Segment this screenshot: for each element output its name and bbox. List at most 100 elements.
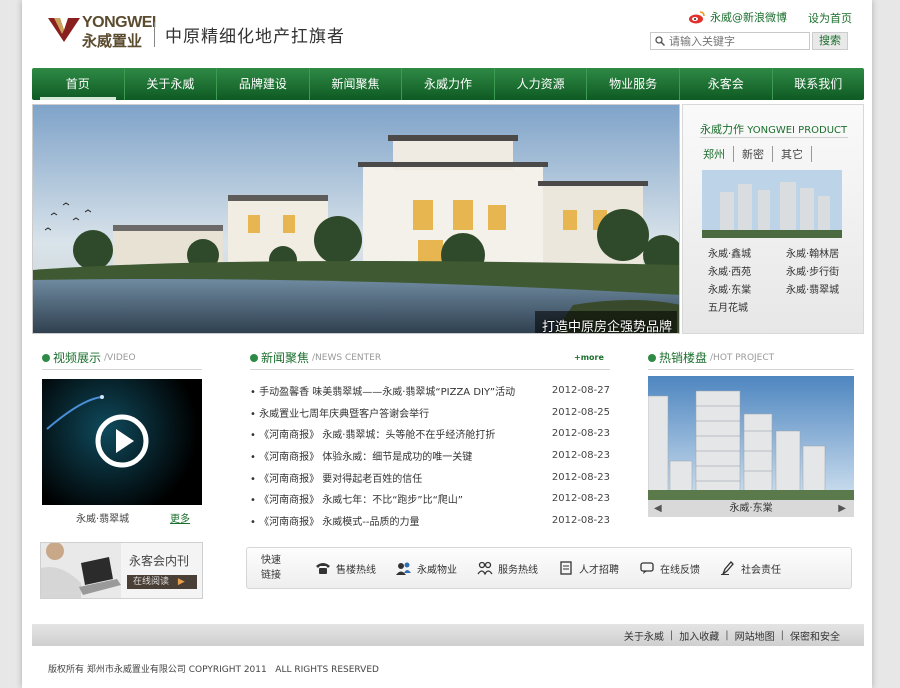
nav-item-property[interactable]: 物业服务 — [587, 68, 680, 100]
nav-item-about[interactable]: 关于永威 — [125, 68, 218, 100]
section-title-cn: 视频展示 — [53, 351, 102, 365]
read-online-button[interactable]: 在线阅读 ▶ — [127, 575, 197, 589]
video-more-link[interactable]: 更多 — [170, 510, 190, 525]
slogan: 中原精细化地产扛旗者 — [154, 22, 345, 47]
weibo-label: 永威@新浪微博 — [710, 11, 787, 24]
search-button[interactable]: 搜索 — [812, 32, 848, 50]
news-item[interactable]: • 《河南商报》 体验永威：细节是成功的唯一关键 2012-08-23 — [250, 445, 610, 467]
section-title: 新闻聚焦 /NEWS CENTER — [250, 349, 610, 366]
tab-other[interactable]: 其它 — [773, 146, 812, 162]
news-title[interactable]: • 永威置业七周年庆典暨客户答谢会举行 — [250, 405, 429, 420]
hot-project-image[interactable] — [648, 376, 854, 500]
document-icon — [560, 561, 572, 575]
section-title-cn: 热销楼盘 — [659, 351, 708, 365]
news-item[interactable]: • 《河南商报》 永威·翡翠城：头等舱不在乎经济舱打折 2012-08-23 — [250, 423, 610, 445]
footer-link-about[interactable]: 关于永威 — [624, 628, 664, 643]
quick-links-label: 快速 链接 — [247, 553, 295, 583]
nav-item-home[interactable]: 首页 — [32, 68, 125, 100]
news-list: • 手动盈馨香 味美翡翠城——永威·翡翠城“PIZZA DIY”活动 2012-0… — [250, 380, 610, 531]
search-icon — [655, 36, 665, 46]
footer-link-privacy[interactable]: 保密和安全 — [790, 628, 840, 643]
bullet-icon — [250, 353, 258, 362]
chevron-right-icon[interactable]: ▶ — [838, 500, 846, 517]
page-container: YONGWEI 永威置业 中原精细化地产扛旗者 永威@新浪微博 设为首页 搜索 … — [22, 0, 872, 688]
news-item[interactable]: • 《河南商报》 永威七年：不比“跑步”比“爬山” 2012-08-23 — [250, 488, 610, 510]
list-item[interactable]: 永威·西苑 — [708, 263, 786, 278]
list-item[interactable]: 五月花城 — [708, 299, 786, 314]
tab-xinmi[interactable]: 新密 — [734, 146, 773, 162]
quick-link-feedback[interactable]: 在线反馈 — [639, 561, 700, 576]
laptop-illustration — [41, 543, 121, 598]
quick-link-responsibility[interactable]: 社会责任 — [720, 561, 781, 576]
magazine-title: 永客会内刊 — [129, 554, 190, 568]
list-item[interactable]: 永威·步行街 — [786, 263, 858, 278]
section-title-cn: 新闻聚焦 — [261, 351, 310, 365]
news-item[interactable]: • 永威置业七周年庆典暨客户答谢会举行 2012-08-25 — [250, 402, 610, 424]
weibo-link[interactable]: 永威@新浪微博 — [688, 9, 787, 25]
news-title[interactable]: • 《河南商报》 要对得起老百姓的信任 — [250, 470, 422, 485]
weibo-icon — [689, 11, 705, 24]
divider — [700, 137, 848, 138]
news-item[interactable]: • 《河南商报》 要对得起老百姓的信任 2012-08-23 — [250, 466, 610, 488]
video-caption: 永威·翡翠城 — [76, 514, 130, 525]
news-title[interactable]: • 《河南商报》 永威七年：不比“跑步”比“爬山” — [250, 491, 463, 506]
nav-item-contact[interactable]: 联系我们 — [773, 68, 865, 100]
quick-link-property[interactable]: 永威物业 — [396, 561, 457, 576]
nav-item-club[interactable]: 永客会 — [680, 68, 773, 100]
list-item[interactable]: 永威·鑫城 — [708, 245, 786, 260]
read-online-label: 在线阅读 — [133, 577, 170, 587]
search-box — [650, 32, 810, 50]
chevron-left-icon[interactable]: ◀ — [654, 500, 662, 517]
news-date: 2012-08-23 — [551, 450, 610, 462]
news-date: 2012-08-23 — [551, 471, 610, 483]
news-title[interactable]: • 《河南商报》 体验永威：细节是成功的唯一关键 — [250, 448, 472, 463]
divider — [648, 369, 854, 370]
nav-item-hr[interactable]: 人力资源 — [495, 68, 588, 100]
hot-project-caption-bar: ◀ 永威·东棠 ▶ — [648, 500, 854, 517]
section-title: 热销楼盘 /HOT PROJECT — [648, 349, 854, 366]
product-title: 永威力作 YONGWEI PRODUCT — [700, 121, 847, 137]
quick-link-recruit[interactable]: 人才招聘 — [558, 561, 619, 576]
bullet-icon — [648, 353, 656, 362]
list-item[interactable]: 永威·翰林居 — [786, 245, 858, 260]
nav-item-brand[interactable]: 品牌建设 — [217, 68, 310, 100]
phone-icon — [316, 563, 330, 574]
quick-link-sales[interactable]: 售楼热线 — [315, 561, 376, 576]
set-home-link[interactable]: 设为首页 — [808, 10, 852, 26]
list-item[interactable]: 永威·东棠 — [708, 281, 786, 296]
nav-item-news[interactable]: 新闻聚焦 — [310, 68, 403, 100]
footer-link-favorite[interactable]: 加入收藏 — [679, 628, 719, 643]
section-title-en: /NEWS CENTER — [312, 352, 382, 363]
logo-text-cn: 永威置业 — [82, 32, 143, 50]
quick-link-label: 售楼热线 — [336, 564, 376, 576]
magazine-banner[interactable]: 永客会内刊 在线阅读 ▶ — [40, 542, 203, 599]
news-item[interactable]: • 《河南商报》 永威模式--品质的力量 2012-08-23 — [250, 510, 610, 532]
banner-caption: 打造中原房企强势品牌 — [542, 320, 673, 335]
hot-section-header: 热销楼盘 /HOT PROJECT — [648, 349, 854, 370]
tab-zhengzhou[interactable]: 郑州 — [703, 146, 734, 162]
news-date: 2012-08-27 — [551, 385, 610, 397]
news-item[interactable]: • 手动盈馨香 味美翡翠城——永威·翡翠城“PIZZA DIY”活动 2012-0… — [250, 380, 610, 402]
news-title[interactable]: • 手动盈馨香 味美翡翠城——永威·翡翠城“PIZZA DIY”活动 — [250, 383, 515, 398]
people-icon — [396, 562, 411, 575]
product-thumbnail[interactable] — [702, 170, 842, 238]
banner-image[interactable] — [32, 104, 680, 334]
footer-link-sitemap[interactable]: 网站地图 — [735, 628, 775, 643]
product-panel: 永威力作 YONGWEI PRODUCT 郑州 新密 其它 永威·鑫城 永威·翰… — [682, 104, 864, 334]
hot-project-illustration — [648, 376, 854, 500]
nav-item-products[interactable]: 永威力作 — [402, 68, 495, 100]
product-title-cn: 永威力作 — [700, 123, 744, 136]
video-player[interactable] — [42, 379, 202, 505]
product-title-en: YONGWEI PRODUCT — [747, 125, 848, 136]
quick-links: 快速 链接 售楼热线 永威物业 服务热线 人才招聘 在线反馈 社会责任 — [246, 547, 852, 589]
pen-icon — [721, 561, 734, 575]
news-title[interactable]: • 《河南商报》 永威·翡翠城：头等舱不在乎经济舱打折 — [250, 426, 495, 441]
quick-link-service[interactable]: 服务热线 — [477, 561, 538, 576]
search-input[interactable] — [669, 34, 799, 48]
footer-links: 关于永威 | 加入收藏 | 网站地图 | 保密和安全 — [32, 624, 864, 646]
list-item[interactable]: 永威·翡翠城 — [786, 281, 858, 296]
news-title[interactable]: • 《河南商报》 永威模式--品质的力量 — [250, 513, 419, 528]
section-title-en: /HOT PROJECT — [710, 352, 775, 363]
logo-icon[interactable] — [48, 18, 80, 42]
news-more-link[interactable]: +more — [574, 353, 604, 362]
